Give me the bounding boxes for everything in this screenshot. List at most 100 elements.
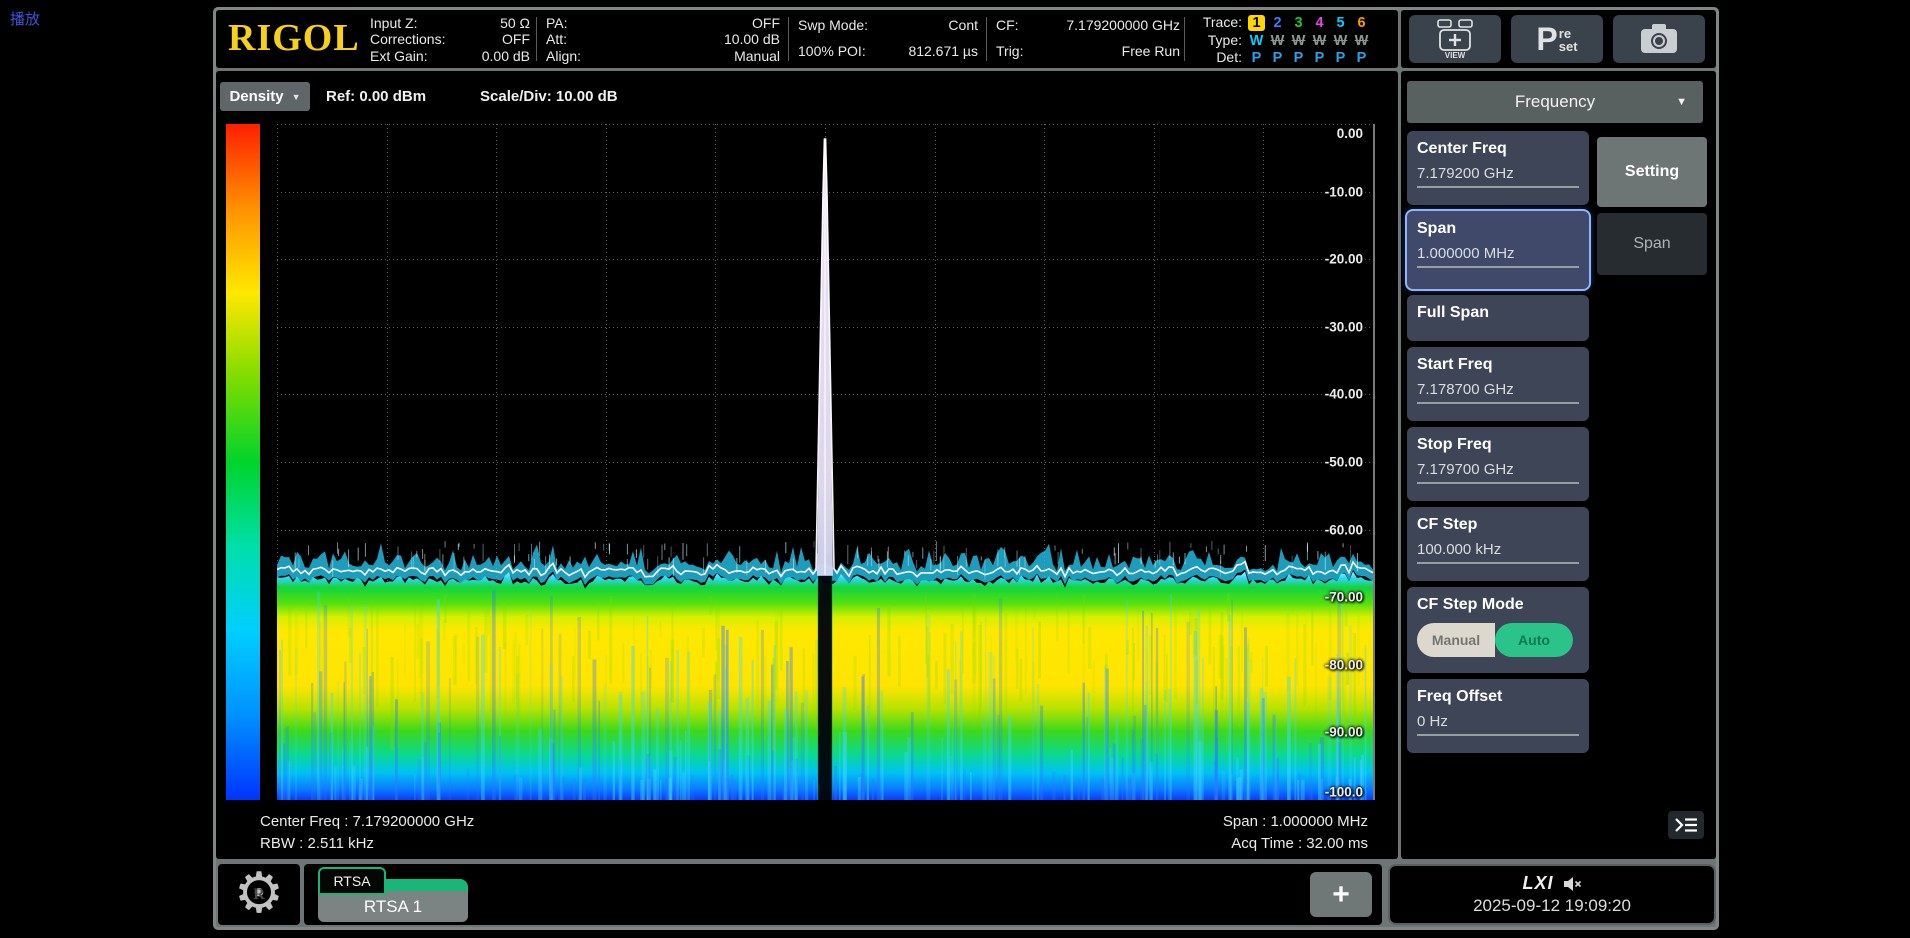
field-value: OFF <box>502 31 530 47</box>
field-value: Free Run <box>1122 43 1180 59</box>
trace-det-4[interactable]: P <box>1309 50 1330 67</box>
field-value: 50 Ω <box>500 15 530 31</box>
sweep-settings-group: Swp Mode: Cont 100% POI: 812.671 µs <box>798 15 978 62</box>
field-value: 812.671 µs <box>908 43 978 59</box>
svg-text:VIEW: VIEW <box>1445 51 1466 60</box>
field-label: Corrections: <box>370 31 445 47</box>
trace-3-indicator[interactable]: 3 <box>1288 15 1309 32</box>
menu-item-full-span[interactable]: Full Span <box>1407 295 1589 341</box>
trace-det-label: Det: <box>1194 49 1242 67</box>
menu-title-dropdown[interactable]: Frequency ▼ <box>1407 81 1703 123</box>
cf-step-mode-toggle[interactable]: Manual Auto <box>1417 623 1573 657</box>
field-value: 0.00 dB <box>482 48 530 64</box>
tab-span[interactable]: Span <box>1597 213 1707 275</box>
apps-bar: RTSA 1 RTSA + <box>304 864 1382 925</box>
rtsa-app-tab[interactable]: RTSA <box>318 867 386 895</box>
spectrum-plot: 0.00-10.00-20.00-30.00-40.00-50.00-60.00… <box>277 124 1375 800</box>
field-label: Swp Mode: <box>798 17 868 33</box>
field-value: Cont <box>948 17 978 33</box>
collapse-menu-icon <box>1673 816 1699 834</box>
trace-label: Trace: <box>1194 14 1242 32</box>
spectrum-display-panel: Density ▼ Ref: 0.00 dBm Scale/Div: 10.00… <box>216 71 1398 859</box>
chevron-down-icon: ▼ <box>1676 96 1687 108</box>
camera-icon <box>1636 21 1682 57</box>
menu-item-start-freq[interactable]: Start Freq 7.178700 GHz <box>1407 347 1589 421</box>
trace-type-4[interactable]: W <box>1309 33 1330 50</box>
scale-div-label: Scale/Div: 10.00 dB <box>480 88 618 105</box>
amplitude-settings-group: PA:OFF Att:10.00 dB Align:Manual <box>546 15 780 64</box>
datetime-label: 2025-09-12 19:09:20 <box>1473 896 1631 916</box>
menu-item-cf-step-mode[interactable]: CF Step Mode Manual Auto <box>1407 587 1589 673</box>
menu-item-freq-offset[interactable]: Freq Offset 0 Hz <box>1407 679 1589 753</box>
cf-trig-group: CF:7.179200000 GHz Trig:Free Run <box>996 15 1180 62</box>
density-colorbar <box>226 124 260 800</box>
field-value: 10.00 dB <box>724 31 780 47</box>
field-value: OFF <box>752 15 780 31</box>
trace-type-5[interactable]: W <box>1330 33 1351 50</box>
tab-setting[interactable]: Setting <box>1597 137 1707 207</box>
os-play-indicator: 播放 <box>10 8 40 29</box>
menu-item-span[interactable]: Span 1.000000 MHz <box>1407 211 1589 289</box>
taskbar: ⚙ R RTSA 1 RTSA + LXI <box>216 862 1716 927</box>
menu-title: Frequency <box>1515 92 1595 112</box>
status-header-bar: RIGOL Input Z:50 Ω Corrections:OFF Ext G… <box>216 10 1398 68</box>
display-mode-dropdown[interactable]: Density ▼ <box>220 82 310 111</box>
rtsa-app-group: RTSA 1 RTSA <box>318 867 468 923</box>
field-label: 100% POI: <box>798 43 866 59</box>
display-mode-label: Density <box>229 88 283 105</box>
footer-span: Span : 1.000000 MHz <box>1223 813 1368 830</box>
trace-type-2[interactable]: W <box>1267 33 1288 50</box>
menu-item-center-freq[interactable]: Center Freq 7.179200 GHz <box>1407 131 1589 205</box>
desktop: 播放 RIGOL Input Z:50 Ω Corrections:OFF Ex… <box>0 0 1910 938</box>
preset-button[interactable]: P re set <box>1511 15 1603 63</box>
add-app-button[interactable]: + <box>1310 872 1372 917</box>
spectrum-chart <box>277 124 1373 800</box>
screenshot-button[interactable] <box>1613 15 1705 63</box>
divider <box>536 17 537 61</box>
divider <box>788 17 789 61</box>
menu-item-stop-freq[interactable]: Stop Freq 7.179700 GHz <box>1407 427 1589 501</box>
divider <box>1184 17 1185 61</box>
trace-det-6[interactable]: P <box>1351 50 1372 67</box>
footer-acq-time: Acq Time : 32.00 ms <box>1231 835 1368 852</box>
field-value: 7.179200000 GHz <box>1066 17 1180 33</box>
trace-det-2[interactable]: P <box>1267 50 1288 67</box>
toggle-option-auto[interactable]: Auto <box>1495 623 1573 657</box>
toggle-option-manual[interactable]: Manual <box>1417 623 1495 657</box>
trace-4-indicator[interactable]: 4 <box>1309 15 1330 32</box>
speaker-muted-icon <box>1562 876 1582 892</box>
field-label: Att: <box>546 31 567 47</box>
trace-det-5[interactable]: P <box>1330 50 1351 67</box>
multi-view-grid-plus-icon: VIEW <box>1433 18 1477 60</box>
field-label: Trig: <box>996 43 1023 59</box>
quick-buttons-panel: VIEW P re set <box>1401 10 1716 68</box>
ref-level-label: Ref: 0.00 dBm <box>326 88 426 105</box>
menu-collapse-button[interactable] <box>1668 811 1704 839</box>
field-label: Align: <box>546 48 581 64</box>
trace-1-indicator[interactable]: 1 <box>1248 15 1265 31</box>
system-menu-button[interactable]: ⚙ R <box>218 864 300 925</box>
menu-item-cf-step[interactable]: CF Step 100.000 kHz <box>1407 507 1589 581</box>
trace-5-indicator[interactable]: 5 <box>1330 15 1351 32</box>
system-status-box[interactable]: LXI 2025-09-12 19:09:20 <box>1388 864 1716 925</box>
rigol-logo: RIGOL <box>228 16 360 60</box>
trace-type-1[interactable]: W <box>1246 33 1267 50</box>
preset-p: P <box>1536 24 1557 54</box>
frequency-menu-panel: Frequency ▼ Center Freq 7.179200 GHz Spa… <box>1401 71 1716 859</box>
divider <box>986 17 987 61</box>
footer-rbw: RBW : 2.511 kHz <box>260 835 374 852</box>
lxi-logo: LXI <box>1522 873 1553 894</box>
field-value: Manual <box>734 48 780 64</box>
trace-det-3[interactable]: P <box>1288 50 1309 67</box>
trace-2-indicator[interactable]: 2 <box>1267 15 1288 32</box>
trace-6-indicator[interactable]: 6 <box>1351 15 1372 32</box>
trace-type-3[interactable]: W <box>1288 33 1309 50</box>
menu-items: Center Freq 7.179200 GHz Span 1.000000 M… <box>1407 131 1589 753</box>
trace-det-1[interactable]: P <box>1246 50 1267 67</box>
multi-view-button[interactable]: VIEW <box>1409 15 1501 63</box>
rtsa-instance-button[interactable]: RTSA 1 <box>318 891 468 922</box>
trace-status-block: Trace:123456 Type:WWWWWW Det:PPPPPP <box>1194 14 1396 67</box>
app-window: RIGOL Input Z:50 Ω Corrections:OFF Ext G… <box>213 7 1719 930</box>
input-settings-group: Input Z:50 Ω Corrections:OFF Ext Gain:0.… <box>370 15 530 64</box>
trace-type-6[interactable]: W <box>1351 33 1372 50</box>
